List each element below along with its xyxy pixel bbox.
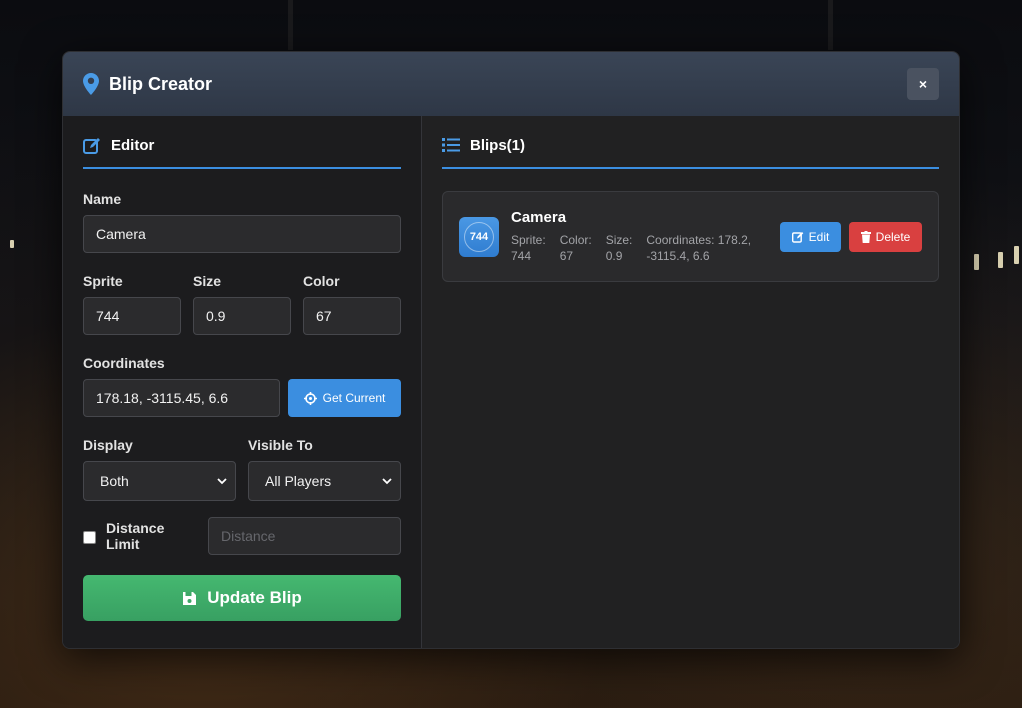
- edit-icon: [83, 137, 101, 155]
- blip-list-item: 744 Camera Sprite: 744 Color: 67 Size: 0…: [442, 191, 939, 282]
- modal-title: Blip Creator: [109, 73, 213, 94]
- delete-label: Delete: [875, 229, 911, 244]
- distance-limit-checkbox[interactable]: [83, 530, 96, 544]
- trash-icon: [860, 230, 871, 243]
- blip-color-label: Color:: [559, 233, 592, 247]
- background-light: [1014, 246, 1019, 264]
- editor-title: Editor: [111, 137, 155, 154]
- close-icon: ×: [918, 76, 928, 92]
- get-current-button[interactable]: Get Current: [288, 379, 401, 417]
- edit-blip-button[interactable]: Edit: [780, 221, 841, 252]
- background-light: [998, 252, 1003, 268]
- sprite-label: Sprite: [83, 273, 123, 289]
- blips-panel: Blips(1) 744 Camera Sprite: 744 Color: 6…: [422, 116, 959, 648]
- sprite-size-color-row: Sprite 744 Size 0.9 Color 67: [83, 273, 401, 335]
- delete-blip-button[interactable]: Delete: [849, 221, 922, 252]
- display-value: Both: [100, 473, 129, 489]
- list-icon: [442, 137, 460, 155]
- update-blip-label: Update Blip: [207, 588, 302, 607]
- edit-label: Edit: [808, 229, 830, 244]
- blip-size-meta: Size: 0.9: [606, 232, 633, 264]
- visible-to-select[interactable]: All Players: [248, 461, 401, 501]
- distance-input[interactable]: Distance: [208, 517, 401, 555]
- size-label: Size: [193, 273, 222, 289]
- color-input[interactable]: 67: [303, 297, 401, 335]
- chevron-down-icon: [217, 476, 227, 486]
- blip-coords-meta: Coordinates: 178.2, -3115.4, 6.6: [646, 232, 751, 264]
- close-button[interactable]: ×: [907, 68, 939, 100]
- blip-sprite-value: 744: [511, 249, 532, 263]
- blip-size-value: 0.9: [605, 249, 623, 263]
- blip-sprite-badge: 744: [459, 216, 499, 257]
- crosshair-icon: [303, 391, 317, 405]
- background-light: [10, 240, 14, 248]
- name-label: Name: [83, 191, 122, 207]
- distance-limit-label: Distance Limit: [106, 520, 165, 552]
- background-pole: [288, 0, 293, 50]
- edit-icon: [791, 231, 804, 243]
- get-current-label: Get Current: [322, 391, 386, 405]
- chevron-down-icon: [382, 476, 392, 486]
- modal-body: Editor Name Camera Sprite 744 Size 0.9 C…: [63, 116, 959, 648]
- map-marker-icon: [83, 73, 99, 95]
- blip-name: Camera: [511, 209, 567, 226]
- blip-size-label: Size:: [605, 233, 633, 247]
- blip-color-meta: Color: 67: [560, 232, 592, 264]
- visible-to-value: All Players: [265, 473, 332, 489]
- name-field-group: Name Camera: [83, 191, 401, 253]
- editor-header: Editor: [83, 136, 401, 169]
- name-input[interactable]: Camera: [83, 215, 401, 253]
- coordinates-label: Coordinates: [83, 355, 165, 371]
- visible-to-label: Visible To: [248, 437, 313, 453]
- modal-header: Blip Creator ×: [63, 52, 959, 116]
- display-visibility-row: Display Both Visible To All Players: [83, 437, 401, 501]
- sprite-input[interactable]: 744: [83, 297, 181, 335]
- color-label: Color: [303, 273, 340, 289]
- blip-badge-number: 744: [464, 221, 494, 252]
- editor-panel: Editor Name Camera Sprite 744 Size 0.9 C…: [63, 116, 422, 648]
- save-icon: [182, 591, 197, 606]
- background-light: [974, 254, 979, 270]
- blip-coords-label: Coordinates: 178.2,: [646, 233, 752, 247]
- coordinates-input[interactable]: 178.18, -3115.45, 6.6: [83, 379, 280, 417]
- blips-header: Blips(1): [442, 136, 939, 169]
- display-label: Display: [83, 437, 133, 453]
- display-select[interactable]: Both: [83, 461, 236, 501]
- blip-info: Camera Sprite: 744 Color: 67 Size: 0.9 C…: [511, 209, 780, 264]
- blip-creator-modal: Blip Creator × Editor Name Camera Sprite…: [62, 51, 960, 649]
- blip-meta: Sprite: 744 Color: 67 Size: 0.9 Coordina…: [511, 232, 780, 264]
- coordinates-field-group: Coordinates 178.18, -3115.45, 6.6 Get Cu…: [83, 355, 401, 417]
- update-blip-button[interactable]: Update Blip: [83, 575, 401, 621]
- blips-title: Blips(1): [470, 137, 526, 154]
- blip-color-value: 67: [559, 249, 574, 263]
- blip-coords-value: -3115.4, 6.6: [646, 249, 710, 263]
- blip-actions: Edit Delete: [780, 221, 922, 252]
- distance-limit-row: Distance Limit Distance: [83, 517, 401, 555]
- blip-sprite-label: Sprite:: [511, 233, 546, 247]
- blip-sprite-meta: Sprite: 744: [511, 232, 546, 264]
- background-pole: [828, 0, 833, 50]
- size-input[interactable]: 0.9: [193, 297, 291, 335]
